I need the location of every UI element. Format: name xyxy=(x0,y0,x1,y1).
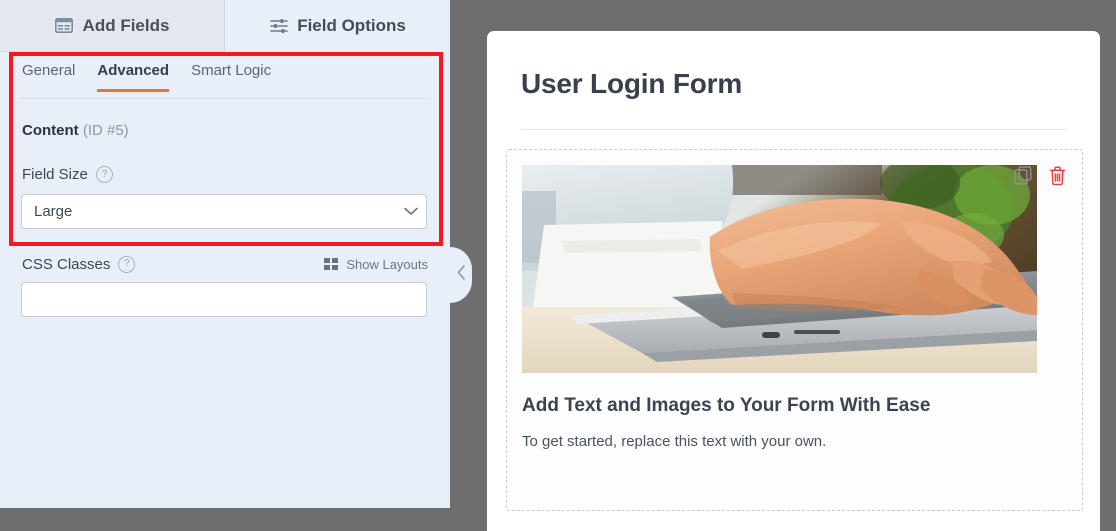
subtab-divider xyxy=(22,98,428,99)
tab-field-options-label: Field Options xyxy=(297,16,406,35)
content-field-preview[interactable]: Add Text and Images to Your Form With Ea… xyxy=(506,149,1083,511)
field-options-panel: Add Fields Field Options General Advance… xyxy=(0,0,450,508)
chevron-down-icon xyxy=(396,207,426,216)
content-field-image xyxy=(522,165,1037,373)
content-field-name: Content xyxy=(22,122,79,139)
show-layouts-label: Show Layouts xyxy=(346,256,428,272)
content-field-heading-text: Add Text and Images to Your Form With Ea… xyxy=(522,395,931,416)
field-size-label-row: Field Size ? xyxy=(22,166,113,183)
help-circle-icon[interactable]: ? xyxy=(95,166,113,183)
subtab-advanced[interactable]: Advanced xyxy=(97,62,170,92)
subtab-smart-logic[interactable]: Smart Logic xyxy=(191,62,271,92)
builder-tab-bar: Add Fields Field Options xyxy=(0,0,450,52)
css-classes-label: CSS Classes xyxy=(22,255,111,273)
trash-icon[interactable] xyxy=(1047,165,1067,187)
form-fields-icon xyxy=(55,16,74,35)
chevron-left-icon xyxy=(457,265,466,285)
grid-icon xyxy=(324,258,339,270)
sliders-icon xyxy=(269,17,288,36)
tab-add-fields-label: Add Fields xyxy=(82,15,170,35)
form-preview-card: User Login Form Add Text and Images to Y… xyxy=(487,31,1100,531)
tab-field-options[interactable]: Field Options xyxy=(225,0,450,52)
field-action-icons xyxy=(1013,165,1067,187)
css-classes-label-wrap: CSS Classes ? xyxy=(22,255,136,273)
content-field-heading: Content (ID #5) xyxy=(22,122,129,139)
subtab-general[interactable]: General xyxy=(22,62,75,92)
field-size-label: Field Size xyxy=(22,166,88,183)
content-field-id: (ID #5) xyxy=(82,122,129,139)
form-builder-screen: Add Fields Field Options General Advance… xyxy=(0,0,1116,531)
page-title: User Login Form xyxy=(521,68,743,99)
tab-add-fields[interactable]: Add Fields xyxy=(0,0,225,52)
field-options-subtabs: General Advanced Smart Logic xyxy=(22,62,428,98)
css-classes-label-row: CSS Classes ? Show Layouts xyxy=(22,254,428,274)
field-size-select[interactable]: Large xyxy=(21,194,427,229)
css-classes-input[interactable] xyxy=(21,282,427,317)
title-divider xyxy=(521,129,1066,130)
field-size-select-value: Large xyxy=(34,203,73,220)
content-field-description: To get started, replace this text with y… xyxy=(522,433,827,450)
show-layouts-button[interactable]: Show Layouts xyxy=(324,257,428,272)
help-circle-icon[interactable]: ? xyxy=(118,255,136,273)
duplicate-icon[interactable] xyxy=(1013,165,1033,187)
